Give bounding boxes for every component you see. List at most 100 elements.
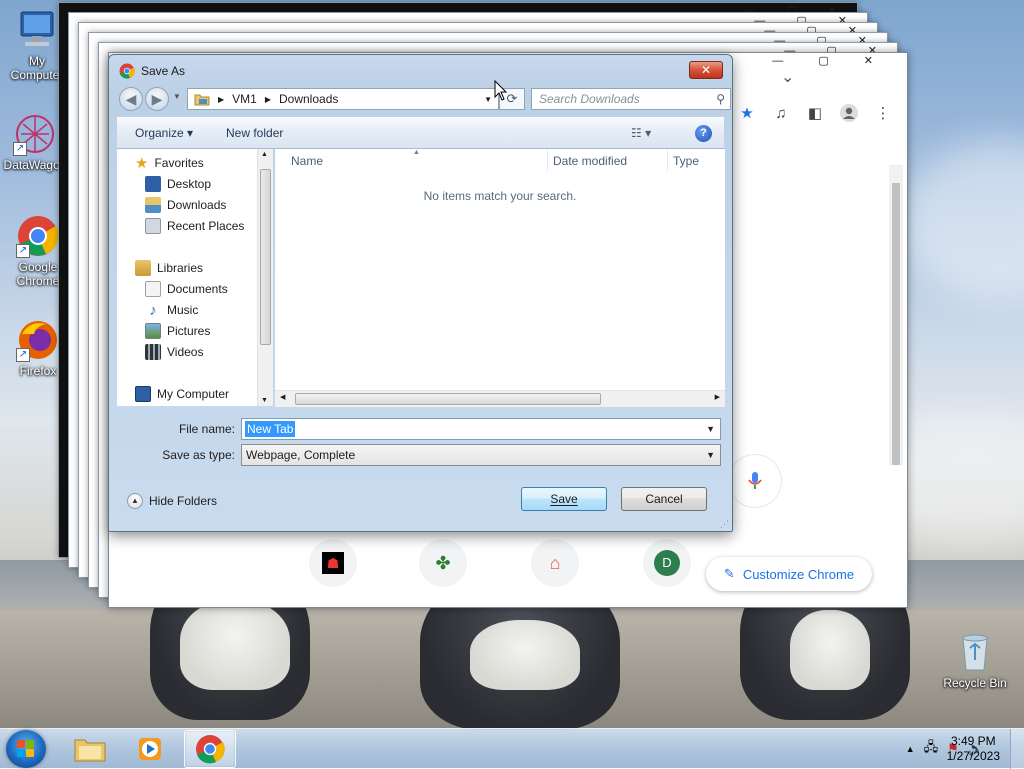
file-name-dropdown-icon[interactable]: ▼ — [706, 424, 715, 434]
clock[interactable]: 3:49 PM 1/27/2023 — [947, 734, 1000, 764]
nav-my-computer[interactable]: My Computer — [135, 384, 229, 404]
change-view-button[interactable]: ☷ ▾ — [631, 126, 651, 140]
desktop-icon-label: My Computer — [10, 54, 64, 82]
videos-icon — [145, 344, 161, 360]
horizontal-scrollbar-thumb[interactable] — [295, 393, 601, 405]
close-button[interactable]: ✕ — [689, 61, 723, 79]
search-input[interactable]: Search Downloads ⚲ — [531, 88, 731, 110]
nav-documents[interactable]: Documents — [145, 279, 228, 299]
sort-ascending-icon: ▲ — [413, 149, 420, 156]
hide-folders-label: Hide Folders — [149, 494, 218, 508]
taskbar-chrome[interactable] — [184, 730, 236, 768]
nav-label: My Computer — [157, 387, 230, 401]
side-panel-icon[interactable]: ◧ — [805, 103, 825, 123]
desktop-icon-label: Recycle Bin — [943, 676, 1007, 690]
chrome-icon: ↗ — [16, 214, 60, 258]
page-scrollbar-thumb[interactable] — [892, 183, 900, 465]
breadcrumb-downloads[interactable]: Downloads — [279, 92, 338, 106]
firefox-icon: ↗ — [16, 318, 60, 362]
start-button[interactable] — [6, 730, 46, 768]
shortcut-tile[interactable]: D — [619, 539, 715, 605]
clock-time: 3:49 PM — [950, 734, 996, 748]
show-desktop-button[interactable] — [1010, 729, 1024, 769]
hide-folders-button[interactable]: ▲ Hide Folders — [127, 493, 217, 509]
store-icon: ⌂ — [531, 539, 579, 587]
address-bar[interactable]: ▶ VM1 ▶ Downloads ▼ — [187, 88, 499, 110]
navigation-scrollbar[interactable]: ▲ ▼ — [257, 149, 273, 406]
forward-button[interactable]: ▶ — [145, 87, 169, 111]
folder-icon — [74, 739, 106, 762]
tab-search-button[interactable]: ⌄ — [781, 67, 794, 87]
empty-results-message: No items match your search. — [423, 189, 577, 203]
nav-desktop[interactable]: Desktop — [145, 174, 211, 194]
scroll-down-arrow-icon[interactable]: ▼ — [261, 397, 268, 404]
media-queue-icon[interactable]: ♫ — [771, 103, 791, 123]
nav-music[interactable]: ♪ Music — [145, 300, 198, 320]
taskbar-media-player[interactable] — [124, 730, 176, 768]
chrome-icon — [119, 63, 135, 79]
mouse-cursor-icon — [494, 80, 508, 101]
show-hidden-icons-icon[interactable]: ▲ — [906, 744, 915, 754]
network-icon[interactable]: 🖧 — [924, 738, 939, 760]
navigation-pane[interactable]: ★ Favorites Desktop Downloads Recent Pla… — [117, 149, 273, 406]
address-row: ◀ ▶ ▼ ▶ VM1 ▶ Downloads ▼ ⟳ Search Downl… — [117, 85, 731, 113]
shortcut-tile[interactable]: ☗ — [285, 539, 381, 605]
nav-favorites[interactable]: ★ Favorites — [135, 153, 204, 173]
recent-locations-icon[interactable]: ▼ — [173, 92, 181, 101]
forward-arrow-icon: ▶ — [151, 91, 163, 107]
navigation-scrollbar-thumb[interactable] — [260, 169, 271, 345]
scroll-left-arrow-icon[interactable]: ◀ — [280, 393, 285, 401]
back-arrow-icon: ◀ — [125, 91, 137, 107]
breadcrumb-vm1[interactable]: VM1 — [232, 92, 257, 106]
taskbar-explorer[interactable] — [64, 730, 116, 768]
back-button[interactable]: ◀ — [119, 87, 143, 111]
column-header-name[interactable]: Name — [291, 154, 323, 168]
shortcut-tile[interactable]: ✤ — [395, 539, 491, 605]
window-controls[interactable]: — ▢ ✕ — [772, 54, 889, 67]
customize-chrome-label: Customize Chrome — [742, 566, 855, 582]
desktop-icon-recycle-bin[interactable]: Recycle Bin — [940, 630, 1010, 690]
horizontal-scrollbar[interactable]: ◀ ▶ — [275, 390, 725, 407]
windows-logo-icon — [17, 740, 35, 758]
resize-grip-icon[interactable]: ⋰ — [720, 519, 729, 530]
dialog-titlebar[interactable]: Save As — [119, 63, 185, 79]
scroll-up-arrow-icon[interactable]: ▲ — [261, 151, 268, 158]
chrome-menu-icon[interactable]: ⋮ — [873, 103, 893, 123]
bookmark-star-icon[interactable]: ★ — [737, 103, 757, 123]
nav-pictures[interactable]: Pictures — [145, 321, 210, 341]
nav-downloads[interactable]: Downloads — [145, 195, 226, 215]
organize-button[interactable]: Organize ▾ — [135, 126, 193, 140]
music-note-icon: ♪ — [149, 301, 157, 319]
shortcut-arrow-icon: ↗ — [13, 142, 27, 156]
save-button[interactable]: Save — [521, 487, 607, 511]
customize-chrome-button[interactable]: ✎ Customize Chrome — [706, 557, 872, 591]
shortcut-arrow-icon: ↗ — [16, 244, 30, 258]
profile-avatar-icon[interactable] — [839, 103, 859, 123]
desktop-icon — [145, 176, 161, 192]
new-folder-button[interactable]: New folder — [226, 126, 283, 140]
file-name-input[interactable]: New Tab ▼ — [241, 418, 721, 440]
save-as-type-select[interactable]: Webpage, Complete ▼ — [241, 444, 721, 466]
column-header-date-modified[interactable]: Date modified — [553, 154, 627, 168]
recycle-bin-icon — [953, 630, 997, 674]
voice-search-button[interactable] — [729, 455, 781, 507]
scroll-right-arrow-icon[interactable]: ▶ — [715, 393, 720, 401]
nav-videos[interactable]: Videos — [145, 342, 203, 362]
file-name-value[interactable]: New Tab — [245, 421, 296, 437]
nav-recent-places[interactable]: Recent Places — [145, 216, 244, 236]
nav-libraries[interactable]: Libraries — [135, 258, 203, 278]
refresh-icon: ⟳ — [506, 91, 518, 106]
search-icon: ⚲ — [716, 92, 725, 106]
help-button[interactable]: ? — [695, 125, 712, 142]
downloads-folder-icon — [145, 197, 161, 213]
save-as-type-dropdown-icon[interactable]: ▼ — [706, 450, 715, 460]
shortcut-tile[interactable]: ⌂ — [507, 539, 603, 605]
cancel-button[interactable]: Cancel — [621, 487, 707, 511]
file-list[interactable]: Name ▲ Date modified Type No items match… — [275, 149, 725, 406]
save-as-dialog[interactable]: Save As ✕ ◀ ▶ ▼ ▶ VM1 ▶ Downloads ▼ ⟳ Se… — [108, 54, 733, 532]
address-dropdown-icon[interactable]: ▼ — [484, 95, 492, 104]
shortcut-arrow-icon: ↗ — [16, 348, 30, 362]
help-icon: ? — [700, 127, 707, 139]
documents-icon — [145, 281, 161, 297]
column-header-type[interactable]: Type — [673, 154, 699, 168]
